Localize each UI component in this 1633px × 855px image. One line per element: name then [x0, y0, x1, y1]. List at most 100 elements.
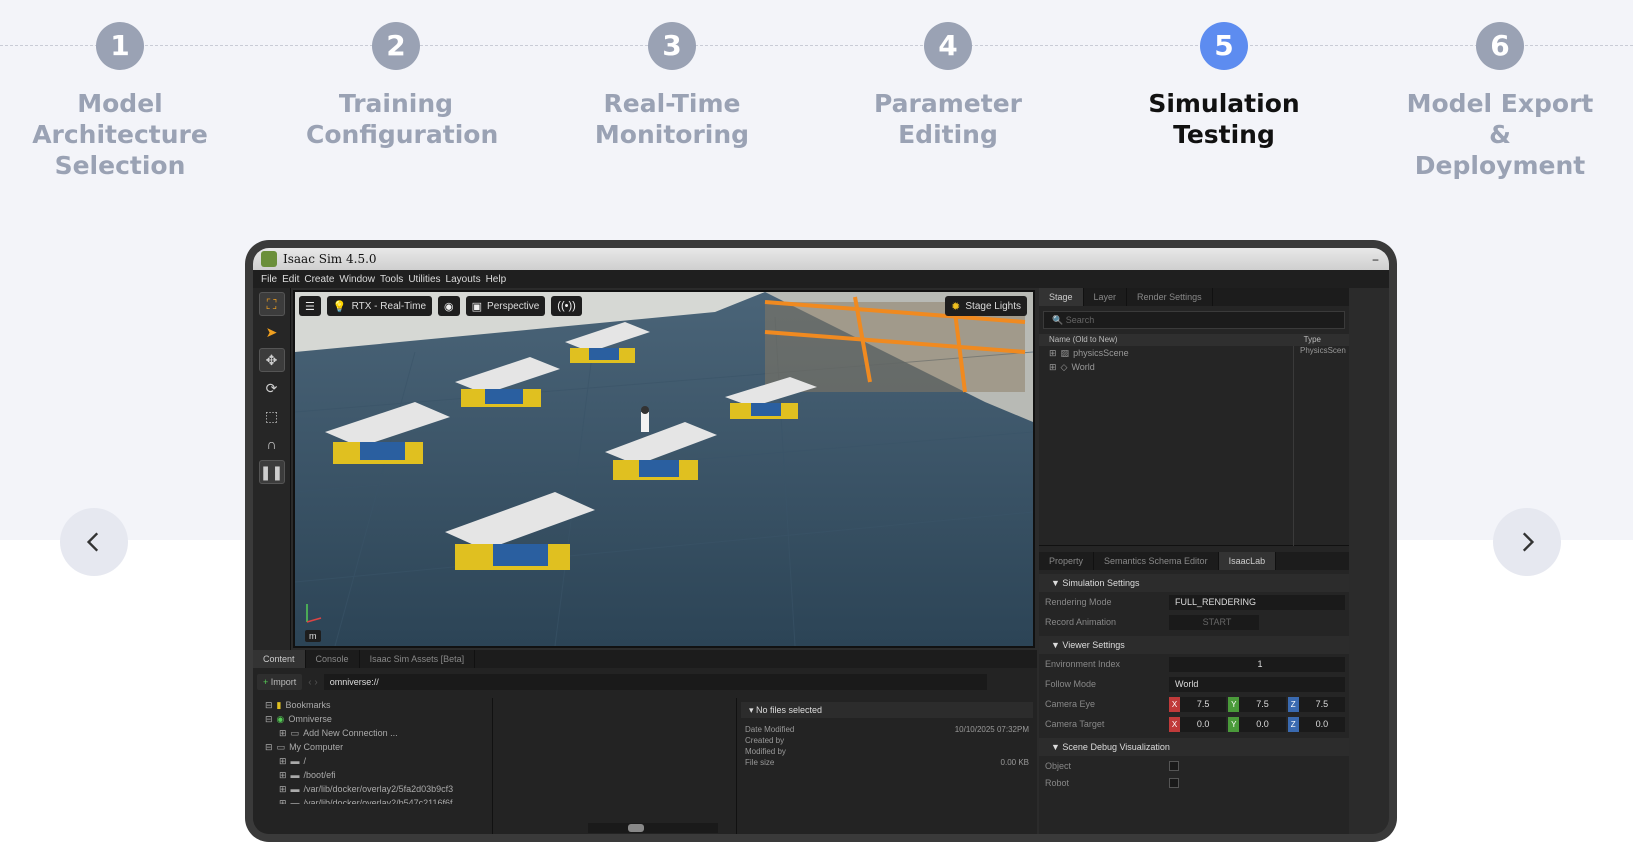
step-6[interactable]: 6 Model Export & Deployment	[1385, 22, 1615, 181]
camera-frame-icon[interactable]: ⛶	[258, 292, 285, 316]
camera-eye-z[interactable]: 7.5	[1298, 696, 1345, 712]
camera-target-x[interactable]: 0.0	[1180, 716, 1227, 732]
viewer-settings-header[interactable]: ▼ Viewer Settings	[1039, 636, 1349, 654]
move-icon[interactable]: ✥	[258, 348, 285, 372]
zoom-slider[interactable]	[588, 823, 718, 833]
record-start-button[interactable]: START	[1169, 614, 1259, 630]
step-5[interactable]: 5 Simulation Testing	[1109, 22, 1339, 150]
tab-isaaclab[interactable]: IsaacLab	[1218, 552, 1277, 570]
3d-viewport[interactable]: ☰ 💡 RTX - Real-Time ◉ ▣ Perspective ((•)) …	[293, 290, 1035, 648]
tree-item-root[interactable]: ⊞ ▬ /	[265, 754, 492, 768]
z-axis-icon: Z	[1287, 716, 1299, 732]
snap-magnet-icon[interactable]: ∩	[259, 432, 285, 456]
tab-content[interactable]: Content	[253, 650, 306, 668]
debug-robot-label: Robot	[1045, 778, 1070, 788]
debug-object-label: Object	[1045, 761, 1072, 771]
menu-create[interactable]: Create	[304, 274, 334, 285]
renderer-button[interactable]: 💡 RTX - Real-Time	[326, 296, 433, 316]
menu-edit[interactable]: Edit	[282, 274, 299, 285]
env-index-input[interactable]: 1	[1169, 656, 1345, 672]
camera-icon: ▣	[471, 300, 483, 313]
collapse-icon[interactable]: ⊟	[265, 698, 273, 712]
menu-tools[interactable]: Tools	[380, 274, 403, 285]
viewport-settings-button[interactable]: ☰	[299, 296, 321, 316]
col-name-header[interactable]: Name (Old to New)	[1049, 334, 1117, 346]
carousel-prev-button[interactable]	[60, 508, 128, 576]
step-3[interactable]: 3 Real-Time Monitoring	[557, 22, 787, 150]
tab-console[interactable]: Console	[306, 650, 360, 668]
tab-semantics[interactable]: Semantics Schema Editor	[1094, 552, 1219, 570]
file-info-header[interactable]: ▾ No files selected	[741, 702, 1033, 718]
folder-tree: ⊟ ▮ Bookmarks ⊟ ◉ Omniverse ⊞ ▭ Add New Connec…	[253, 698, 493, 834]
debug-robot-checkbox[interactable]	[1169, 778, 1179, 788]
tree-item-boot-efi[interactable]: ⊞ ▬/boot/efi	[265, 768, 492, 782]
menu-layouts[interactable]: Layouts	[446, 274, 481, 285]
stage-lights-button[interactable]: ✹ Stage Lights	[945, 296, 1027, 316]
step-2[interactable]: 2 Training Configuration	[281, 22, 511, 150]
expand-icon[interactable]: ⊞	[279, 796, 287, 804]
tree-item-my-computer[interactable]: ⊟ ▭ My Computer	[265, 740, 492, 754]
camera-target-z[interactable]: 0.0	[1298, 716, 1345, 732]
visibility-button[interactable]: ◉	[438, 296, 460, 316]
import-button[interactable]: + Import	[257, 674, 303, 690]
follow-mode-select[interactable]: World	[1169, 676, 1345, 692]
expand-icon[interactable]: ⊞	[1049, 346, 1057, 360]
tree-item-docker-1[interactable]: ⊞ ▬/var/lib/docker/overlay2/5fa2d03b9cf3	[265, 782, 492, 796]
simulation-settings-header[interactable]: ▼ Simulation Settings	[1039, 574, 1349, 592]
expand-icon[interactable]: ⊞	[279, 726, 287, 740]
tab-layer[interactable]: Layer	[1084, 288, 1128, 306]
debug-vis-header[interactable]: ▼ Scene Debug Visualization	[1039, 738, 1349, 756]
expand-icon[interactable]: ⊞	[279, 782, 287, 796]
minimize-icon[interactable]: –	[1372, 252, 1379, 268]
select-arrow-icon[interactable]: ➤	[259, 320, 285, 344]
tree-item-add-connection[interactable]: ⊞ ▭ Add New Connection ...	[265, 726, 492, 740]
slider-handle[interactable]	[628, 824, 644, 832]
menu-window[interactable]: Window	[339, 274, 375, 285]
camera-eye-y[interactable]: 7.5	[1239, 696, 1286, 712]
tab-render-settings[interactable]: Render Settings	[1127, 288, 1213, 306]
rendering-mode-select[interactable]: FULL_RENDERING	[1169, 594, 1345, 610]
tab-assets[interactable]: Isaac Sim Assets [Beta]	[360, 650, 476, 668]
carousel-next-button[interactable]	[1493, 508, 1561, 576]
debug-object-checkbox[interactable]	[1169, 761, 1179, 771]
tree-item-omniverse[interactable]: ⊟ ◉ Omniverse	[265, 712, 492, 726]
tree-item-bookmarks[interactable]: ⊟ ▮ Bookmarks	[265, 698, 492, 712]
menu-utilities[interactable]: Utilities	[408, 274, 440, 285]
menu-help[interactable]: Help	[486, 274, 507, 285]
collapse-icon[interactable]: ⊟	[265, 712, 273, 726]
camera-target-y[interactable]: 0.0	[1239, 716, 1286, 732]
menu-file[interactable]: File	[261, 274, 277, 285]
camera-button[interactable]: ▣ Perspective	[465, 296, 546, 316]
back-arrow-icon[interactable]: ‹ ›	[308, 677, 317, 688]
content-panel: Content Console Isaac Sim Assets [Beta] …	[253, 650, 1037, 834]
sliders-icon: ☰	[305, 300, 315, 313]
step-number: 5	[1200, 22, 1248, 70]
tab-property[interactable]: Property	[1039, 552, 1095, 570]
stage-search-input[interactable]: 🔍 Search	[1043, 311, 1345, 329]
y-axis-icon: Y	[1228, 696, 1240, 712]
info-date-modified: Date Modified 10/10/2025 07:32PM	[741, 724, 1033, 735]
camera-eye-vector: X 7.5 Y 7.5 Z 7.5	[1169, 696, 1345, 712]
col-type-header[interactable]: Type	[1304, 334, 1321, 346]
path-input[interactable]: omniverse://	[323, 674, 987, 690]
camera-eye-x[interactable]: 7.5	[1180, 696, 1227, 712]
expand-icon[interactable]: ⊞	[279, 754, 287, 768]
expand-icon[interactable]: ⊞	[279, 768, 287, 782]
stage-item-type: PhysicsScen	[1300, 346, 1346, 355]
plus-icon: +	[263, 677, 269, 687]
scale-icon[interactable]: ⬚	[259, 404, 285, 428]
drive-icon: ▬	[290, 798, 300, 804]
step-1[interactable]: 1 Model Architecture Selection	[5, 22, 235, 181]
step-4[interactable]: 4 Parameter Editing	[833, 22, 1063, 150]
tree-item-label: /boot/efi	[303, 770, 336, 780]
rotate-icon[interactable]: ⟳	[259, 376, 285, 400]
file-grid[interactable]	[493, 698, 737, 834]
tab-stage[interactable]: Stage	[1039, 288, 1084, 306]
file-info-title: No files selected	[756, 705, 823, 715]
tree-item-docker-2[interactable]: ⊞ ▬/var/lib/docker/overlay2/b547c2116f6f	[265, 796, 492, 804]
pause-icon[interactable]: ❚❚	[258, 460, 285, 484]
audio-button[interactable]: ((•))	[551, 296, 582, 316]
expand-icon[interactable]: ⊞	[1049, 360, 1057, 374]
collapse-icon[interactable]: ⊟	[265, 740, 273, 754]
menu-bar: File Edit Create Window Tools Utilities …	[253, 270, 1389, 288]
